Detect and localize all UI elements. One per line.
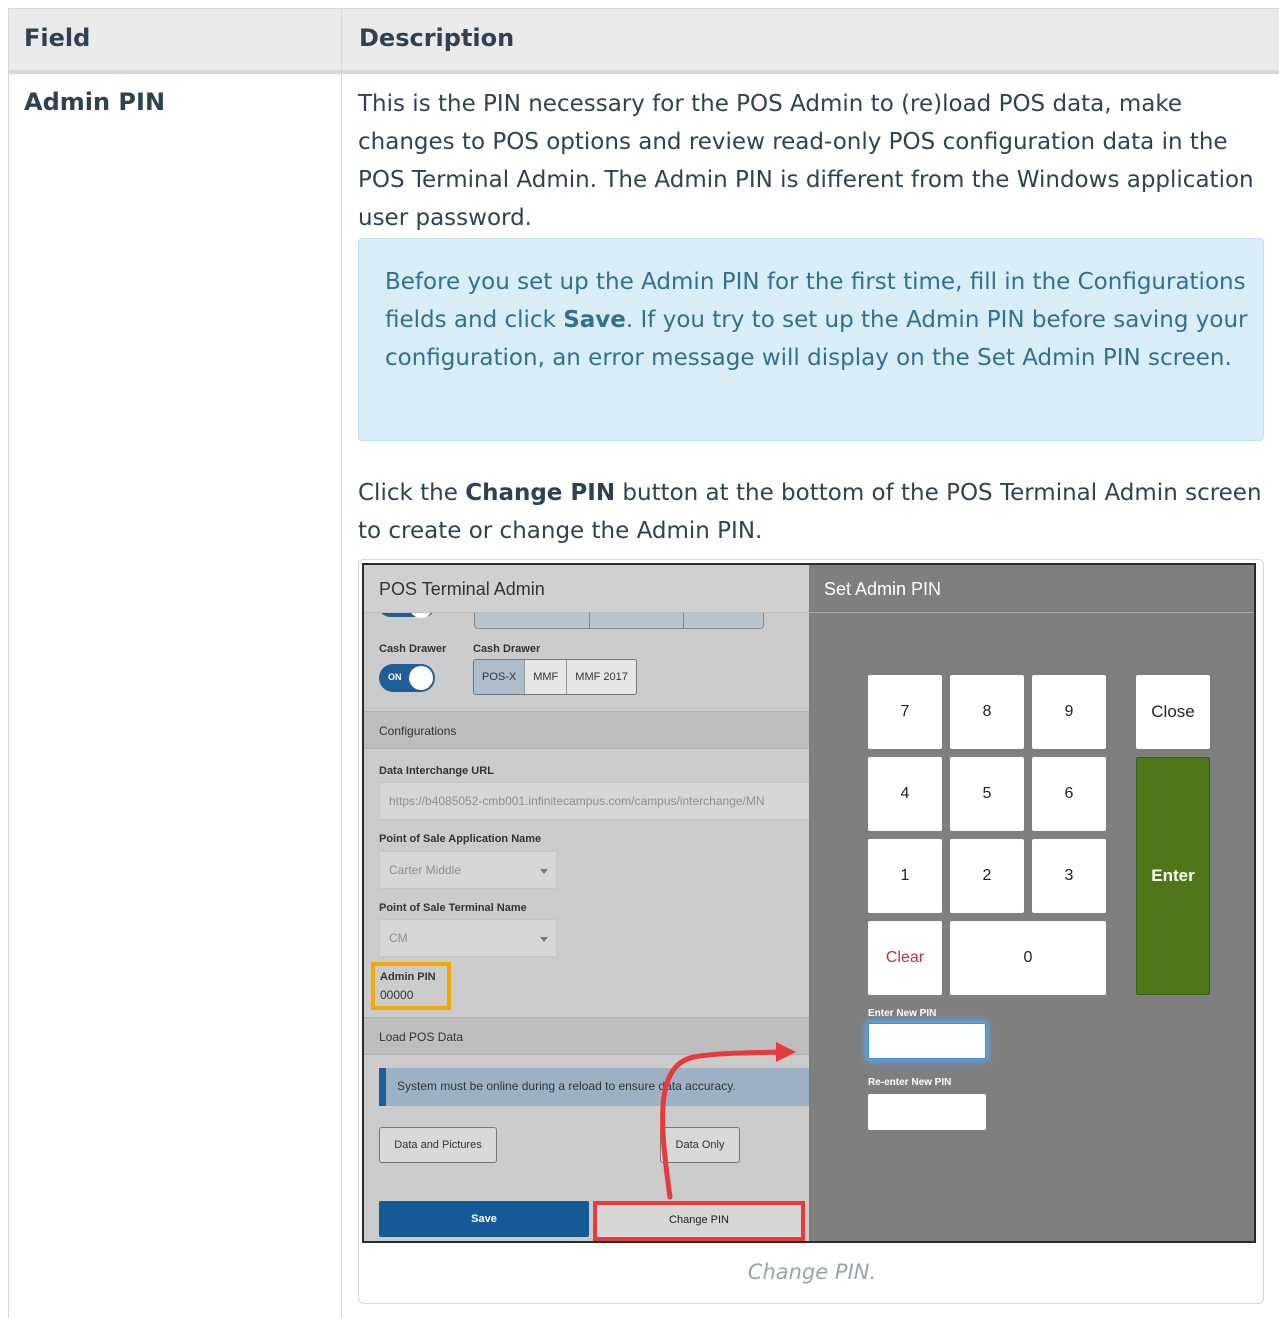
app-name-label: Point of Sale Application Name bbox=[379, 833, 542, 845]
key-1[interactable]: 1 bbox=[868, 839, 942, 913]
option-mmf[interactable]: MMF bbox=[525, 660, 568, 694]
enter-key[interactable]: Enter bbox=[1136, 757, 1210, 995]
toggle-knob bbox=[409, 666, 433, 690]
pos-terminal-admin-title: POS Terminal Admin bbox=[364, 565, 809, 613]
key-5[interactable]: 5 bbox=[950, 757, 1024, 831]
instruction-paragraph: Click the Change PIN button at the botto… bbox=[358, 474, 1263, 550]
pos-terminal-admin-panel: POS Terminal Admin Cash Drawer Cash Draw… bbox=[364, 565, 814, 1241]
clear-key[interactable]: Clear bbox=[868, 921, 942, 995]
app-name-value: Carter Middle bbox=[389, 863, 462, 877]
pos-admin-screenshot: POS Terminal Admin Cash Drawer Cash Draw… bbox=[362, 563, 1256, 1243]
cash-drawer-options: POS-X MMF MMF 2017 bbox=[473, 659, 637, 695]
note-bold-save: Save bbox=[563, 307, 626, 333]
description-paragraph: This is the PIN necessary for the POS Ad… bbox=[358, 91, 1254, 231]
app-name-select[interactable]: Carter Middle bbox=[379, 851, 557, 889]
change-pin-button[interactable]: Change PIN bbox=[593, 1201, 805, 1241]
key-8[interactable]: 8 bbox=[950, 675, 1024, 749]
reenter-new-pin-input[interactable] bbox=[868, 1094, 986, 1130]
field-name-cell: Admin PIN bbox=[24, 88, 166, 116]
online-alert: System must be online during a reload to… bbox=[379, 1068, 809, 1106]
info-note-box: Before you set up the Admin PIN for the … bbox=[358, 238, 1264, 441]
data-interchange-label: Data Interchange URL bbox=[379, 765, 494, 777]
table-header-row bbox=[8, 8, 1279, 70]
admin-pin-highlight bbox=[371, 962, 451, 1010]
key-3[interactable]: 3 bbox=[1032, 839, 1106, 913]
key-4[interactable]: 4 bbox=[868, 757, 942, 831]
cash-drawer-options-label: Cash Drawer bbox=[473, 643, 541, 655]
enter-new-pin-input[interactable] bbox=[868, 1023, 986, 1059]
option-mmf-2017[interactable]: MMF 2017 bbox=[567, 660, 636, 694]
reenter-new-pin-label: Re-enter New PIN bbox=[868, 1077, 952, 1088]
info-note-text: Before you set up the Admin PIN for the … bbox=[385, 263, 1255, 377]
close-key[interactable]: Close bbox=[1136, 675, 1210, 749]
terminal-name-select[interactable]: CM bbox=[379, 919, 557, 957]
load-pos-data-header: Load POS Data bbox=[364, 1017, 809, 1055]
toggle-on-label: ON bbox=[388, 672, 402, 682]
instruction-text-start: Click the bbox=[358, 480, 466, 506]
instruction-bold-change-pin: Change PIN bbox=[465, 480, 616, 506]
cash-drawer-toggle-label: Cash Drawer bbox=[379, 643, 447, 655]
set-admin-pin-title: Set Admin PIN bbox=[809, 565, 1254, 613]
terminal-name-label: Point of Sale Terminal Name bbox=[379, 902, 527, 914]
key-6[interactable]: 6 bbox=[1032, 757, 1106, 831]
key-7[interactable]: 7 bbox=[868, 675, 942, 749]
data-only-button[interactable]: Data Only bbox=[660, 1127, 740, 1163]
chevron-down-icon bbox=[540, 869, 548, 874]
column-divider bbox=[341, 8, 342, 1318]
column-header-field: Field bbox=[24, 24, 91, 52]
figure-caption: Change PIN. bbox=[747, 1260, 877, 1284]
option-pos-x[interactable]: POS-X bbox=[474, 660, 526, 694]
save-button[interactable]: Save bbox=[379, 1201, 589, 1237]
enter-new-pin-label: Enter New PIN bbox=[868, 1008, 937, 1019]
configurations-header: Configurations bbox=[364, 711, 809, 749]
column-header-description: Description bbox=[359, 24, 515, 52]
screenshot-figure: POS Terminal Admin Cash Drawer Cash Draw… bbox=[358, 559, 1264, 1304]
data-and-pictures-button[interactable]: Data and Pictures bbox=[379, 1127, 497, 1163]
header-divider bbox=[8, 70, 1279, 74]
terminal-name-value: CM bbox=[389, 931, 408, 945]
table-left-border bbox=[8, 8, 9, 1318]
chevron-down-icon bbox=[540, 937, 548, 942]
set-admin-pin-panel: Set Admin PIN 7 8 9 Close 4 5 6 1 2 3 Cl… bbox=[809, 565, 1254, 1241]
admin-pin-label: Admin PIN bbox=[380, 971, 436, 983]
data-interchange-input[interactable]: https://b4085052-cmb001.infinitecampus.c… bbox=[379, 782, 814, 820]
key-9[interactable]: 9 bbox=[1032, 675, 1106, 749]
key-2[interactable]: 2 bbox=[950, 839, 1024, 913]
cash-drawer-toggle[interactable]: ON bbox=[379, 664, 435, 692]
key-0[interactable]: 0 bbox=[950, 921, 1106, 995]
admin-pin-value: 00000 bbox=[380, 988, 414, 1002]
